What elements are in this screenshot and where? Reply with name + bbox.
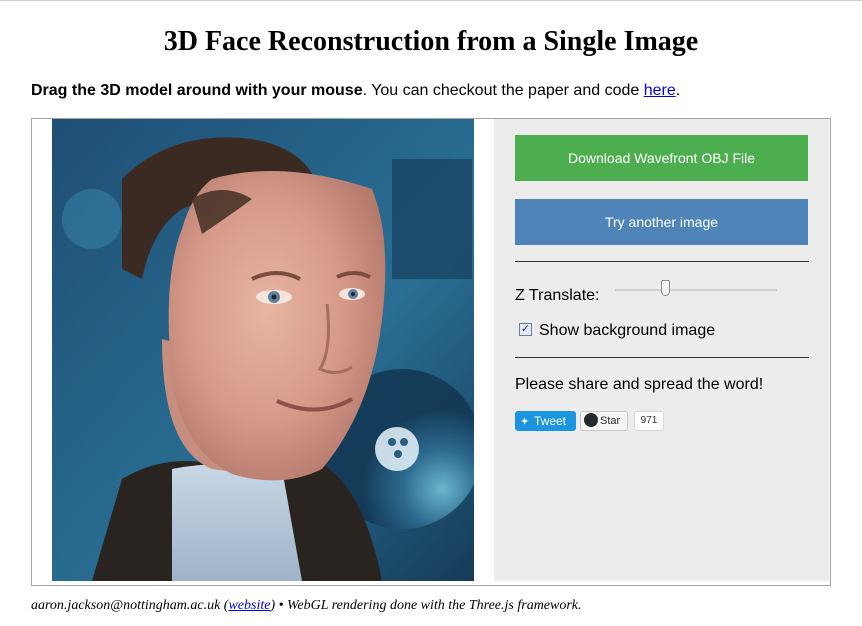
webgl-3d-viewer[interactable] bbox=[52, 119, 474, 581]
intro-rest: . You can checkout the paper and code bbox=[362, 82, 644, 99]
divider bbox=[515, 261, 809, 262]
z-translate-slider[interactable] bbox=[615, 279, 777, 301]
share-text: Please share and spread the word! bbox=[515, 376, 764, 393]
main-panel: Download Wavefront OBJ File Try another … bbox=[31, 118, 831, 586]
download-obj-button[interactable]: Download Wavefront OBJ File bbox=[515, 135, 808, 181]
shirt bbox=[172, 464, 302, 581]
face-render[interactable] bbox=[52, 119, 474, 581]
footer: aaron.jackson@nottingham.ac.uk (website)… bbox=[31, 597, 582, 615]
intro-end: . bbox=[675, 82, 681, 99]
tweet-button[interactable]: ✦ Tweet bbox=[515, 411, 576, 431]
intro-bold: Drag the 3D model around with your mouse bbox=[31, 82, 363, 99]
z-translate-label: Z Translate: bbox=[515, 287, 600, 304]
intro-text: Drag the 3D model around with your mouse… bbox=[31, 81, 680, 101]
top-rule bbox=[0, 0, 862, 1]
divider bbox=[515, 357, 809, 358]
try-another-image-button[interactable]: Try another image bbox=[515, 199, 808, 245]
show-background-label[interactable]: Show background image bbox=[539, 321, 715, 341]
star-label: Star bbox=[600, 415, 621, 427]
paper-code-link[interactable]: here bbox=[644, 82, 676, 99]
github-icon bbox=[584, 413, 598, 427]
github-star-button[interactable]: Star bbox=[580, 411, 628, 431]
author-email: aaron.jackson@nottingham.ac.uk bbox=[31, 598, 221, 613]
controls-panel: Download Wavefront OBJ File Try another … bbox=[494, 119, 829, 581]
slider-track bbox=[615, 289, 777, 291]
page-title: 3D Face Reconstruction from a Single Ima… bbox=[163, 26, 699, 57]
twitter-bird-icon: ✦ bbox=[520, 416, 530, 428]
star-count[interactable]: 971 bbox=[634, 411, 664, 431]
website-link[interactable]: website bbox=[228, 598, 270, 613]
slider-thumb[interactable] bbox=[661, 280, 670, 296]
tweet-label: Tweet bbox=[534, 414, 567, 428]
show-background-checkbox[interactable]: ✓ bbox=[519, 323, 532, 336]
footer-credits: ) • WebGL rendering done with the Three.… bbox=[270, 598, 582, 613]
